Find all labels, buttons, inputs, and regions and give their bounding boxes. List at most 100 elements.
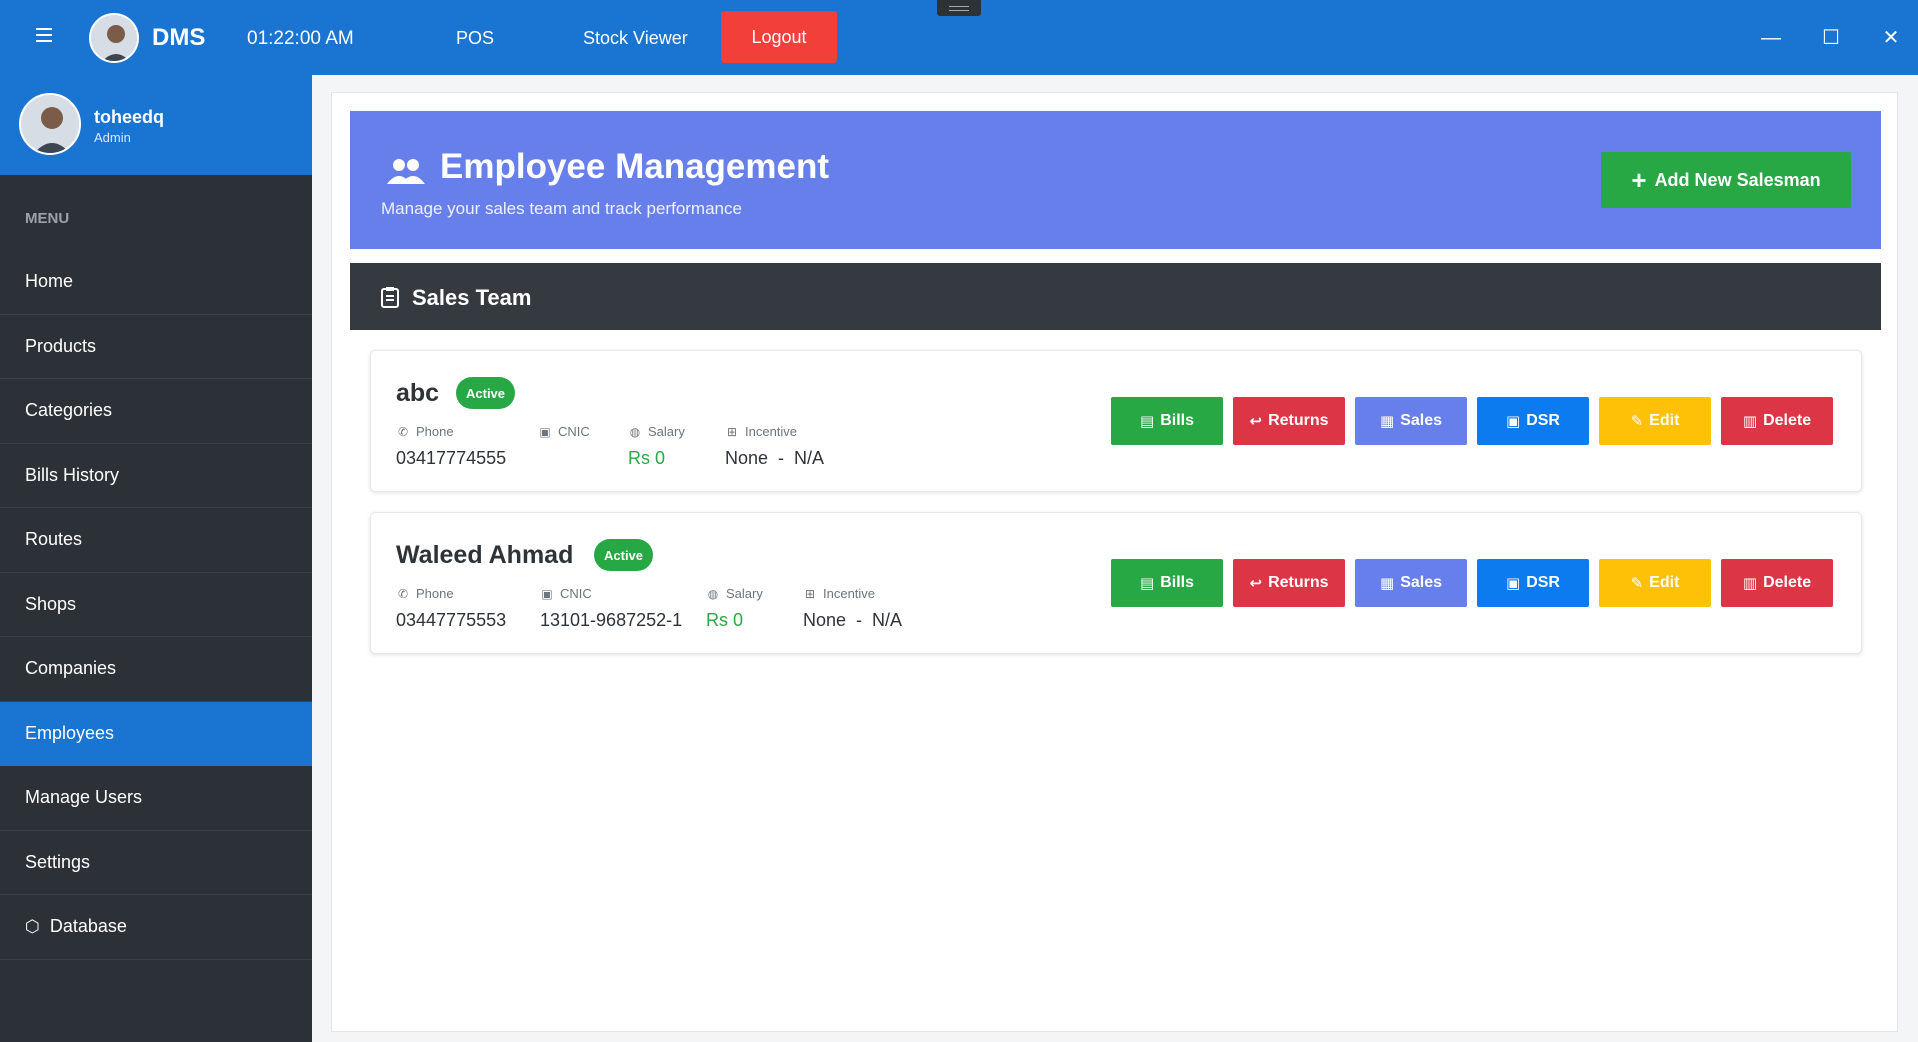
sidebar-item-products[interactable]: Products bbox=[0, 315, 312, 379]
phone-value: 03417774555 bbox=[396, 448, 507, 468]
page-title: Employee Management bbox=[440, 147, 829, 186]
bills-label: Bills bbox=[1160, 574, 1194, 591]
salary-field: ◍ Salary Rs 0 bbox=[628, 424, 685, 469]
minimize-icon[interactable]: — bbox=[1757, 24, 1785, 52]
nav-pos-link[interactable]: POS bbox=[456, 28, 494, 49]
sidebar-item-employees[interactable]: Employees bbox=[0, 701, 312, 766]
hamburger-menu-icon[interactable] bbox=[30, 24, 58, 52]
sidebar-item-label: Manage Users bbox=[25, 787, 143, 808]
sidebar-item-manage-users[interactable]: Manage Users bbox=[0, 766, 312, 831]
cnic-field: ▣ CNIC 13101-9687252-1 bbox=[540, 586, 682, 631]
menu-label: MENU bbox=[25, 210, 70, 227]
cnic-label: CNIC bbox=[560, 586, 592, 601]
dsr-button[interactable]: ▣ DSR bbox=[1477, 559, 1589, 607]
clock: 01:22:00 AM bbox=[247, 28, 354, 49]
report-icon: ▣ bbox=[1506, 575, 1521, 592]
user-photo-icon bbox=[21, 95, 79, 153]
salary-label: Salary bbox=[648, 424, 685, 439]
trash-icon: ▥ bbox=[1742, 413, 1758, 430]
sidebar-item-label: Categories bbox=[25, 400, 113, 421]
logout-button[interactable]: Logout bbox=[721, 11, 837, 63]
sidebar-item-settings[interactable]: Settings bbox=[0, 831, 312, 895]
return-arrow-icon: ↩ bbox=[1249, 575, 1263, 592]
maximize-icon[interactable]: ☐ bbox=[1817, 24, 1845, 52]
phone-field: ✆ Phone 03417774555 bbox=[396, 424, 506, 469]
sidebar-item-routes[interactable]: Routes bbox=[0, 508, 312, 573]
sidebar-item-label: Companies bbox=[25, 658, 117, 679]
incentive-field: ⊞ Incentive None - N/A bbox=[725, 424, 824, 469]
incentive-label: Incentive bbox=[823, 586, 876, 601]
users-icon bbox=[387, 159, 425, 184]
money-bag-icon: ◍ bbox=[629, 424, 641, 439]
edit-button[interactable]: ✎ Edit bbox=[1599, 397, 1711, 445]
sidebar-item-label: Routes bbox=[25, 529, 83, 550]
sidebar-item-companies[interactable]: Companies bbox=[0, 637, 312, 702]
delete-label: Delete bbox=[1763, 574, 1812, 591]
close-icon[interactable]: ✕ bbox=[1877, 24, 1905, 52]
trash-icon: ▥ bbox=[1742, 575, 1758, 592]
edit-label: Edit bbox=[1649, 574, 1680, 591]
phone-value: 03447775553 bbox=[396, 610, 507, 630]
bills-button[interactable]: ▤ Bills bbox=[1111, 397, 1223, 445]
id-card-icon: ▣ bbox=[539, 424, 551, 439]
status-badge: Active bbox=[594, 539, 654, 571]
gift-icon: ⊞ bbox=[804, 586, 816, 601]
id-card-icon: ▣ bbox=[541, 586, 553, 601]
profile-role: Admin bbox=[94, 130, 131, 145]
drag-handle[interactable] bbox=[937, 0, 981, 16]
grid-icon: ▦ bbox=[1380, 575, 1395, 592]
sidebar-item-label: Database bbox=[49, 916, 127, 937]
salary-label: Salary bbox=[726, 586, 763, 601]
cube-icon: ⬡ bbox=[25, 916, 40, 936]
sidebar-item-home[interactable]: Home bbox=[0, 250, 312, 315]
sidebar-item-shops[interactable]: Shops bbox=[0, 573, 312, 637]
incentive-value: None - N/A bbox=[725, 448, 825, 468]
document-icon: ▤ bbox=[1140, 413, 1155, 430]
employee-name: abc bbox=[396, 379, 440, 407]
dsr-button[interactable]: ▣ DSR bbox=[1477, 397, 1589, 445]
sidebar-item-categories[interactable]: Categories bbox=[0, 379, 312, 444]
salary-value: Rs 0 bbox=[706, 610, 744, 630]
returns-label: Returns bbox=[1268, 574, 1329, 591]
top-bar: DMS 01:22:00 AM POS Stock Viewer Logout … bbox=[0, 0, 1918, 75]
incentive-value: None - N/A bbox=[803, 610, 903, 630]
pencil-icon: ✎ bbox=[1630, 575, 1644, 592]
sales-button[interactable]: ▦ Sales bbox=[1355, 559, 1467, 607]
bills-button[interactable]: ▤ Bills bbox=[1111, 559, 1223, 607]
add-new-salesman-label: Add New Salesman bbox=[1654, 169, 1821, 190]
pencil-icon: ✎ bbox=[1630, 413, 1644, 430]
sales-button[interactable]: ▦ Sales bbox=[1355, 397, 1467, 445]
employee-card: Waleed Ahmad Active ✆ Phone 03447775553 ▣… bbox=[370, 512, 1862, 654]
employee-card: abc Active ✆ Phone 03417774555 ▣ CNIC ◍ Sal… bbox=[370, 350, 1862, 492]
gift-icon: ⊞ bbox=[726, 424, 738, 439]
incentive-label: Incentive bbox=[745, 424, 798, 439]
edit-button[interactable]: ✎ Edit bbox=[1599, 559, 1711, 607]
sidebar-item-bills-history[interactable]: Bills History bbox=[0, 444, 312, 508]
edit-label: Edit bbox=[1649, 412, 1680, 429]
sidebar-item-database[interactable]: ⬡ Database bbox=[0, 895, 312, 960]
sales-label: Sales bbox=[1400, 574, 1442, 591]
plus-icon: + bbox=[1631, 165, 1647, 195]
add-new-salesman-button[interactable]: + Add New Salesman bbox=[1601, 152, 1851, 208]
returns-button[interactable]: ↩ Returns bbox=[1233, 397, 1345, 445]
content-panel: Employee Management Manage your sales te… bbox=[331, 92, 1898, 1032]
sidebar-menu: Home Products Categories Bills History R… bbox=[0, 250, 312, 960]
profile-block: toheedq Admin bbox=[0, 75, 312, 175]
sidebar-item-label: Products bbox=[25, 335, 97, 356]
incentive-field: ⊞ Incentive None - N/A bbox=[803, 586, 902, 631]
cnic-field: ▣ CNIC bbox=[538, 424, 589, 448]
return-arrow-icon: ↩ bbox=[1249, 413, 1263, 430]
delete-button[interactable]: ▥ Delete bbox=[1721, 397, 1833, 445]
clipboard-icon bbox=[381, 287, 399, 308]
top-avatar bbox=[89, 13, 139, 63]
nav-stock-viewer-link[interactable]: Stock Viewer bbox=[583, 28, 688, 49]
salary-value: Rs 0 bbox=[628, 448, 666, 468]
page-subtitle: Manage your sales team and track perform… bbox=[381, 199, 742, 218]
returns-button[interactable]: ↩ Returns bbox=[1233, 559, 1345, 607]
profile-username: toheedq bbox=[94, 107, 164, 127]
returns-label: Returns bbox=[1268, 412, 1329, 429]
grid-icon: ▦ bbox=[1380, 413, 1395, 430]
sidebar-item-label: Settings bbox=[25, 851, 91, 872]
delete-button[interactable]: ▥ Delete bbox=[1721, 559, 1833, 607]
report-icon: ▣ bbox=[1506, 413, 1521, 430]
